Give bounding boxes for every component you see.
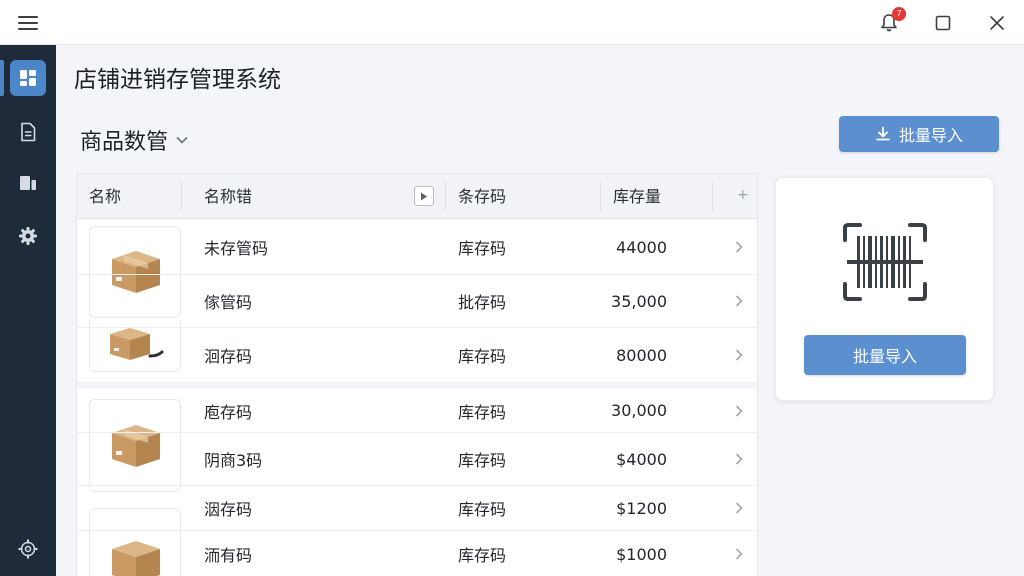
close-button[interactable] bbox=[970, 0, 1024, 45]
hamburger-icon[interactable] bbox=[14, 12, 42, 34]
header-image[interactable]: 名称 bbox=[89, 174, 121, 219]
chevron-right-icon[interactable] bbox=[735, 328, 743, 382]
product-code: 库存码 bbox=[458, 402, 507, 422]
barcode-scan-icon bbox=[843, 223, 927, 301]
sidebar-item-inventory[interactable] bbox=[10, 165, 46, 201]
product-name: 傢管码 bbox=[204, 293, 253, 312]
product-qty: 35,000 bbox=[611, 291, 667, 311]
table-row[interactable]: 洄存码 库存码 80000 bbox=[77, 328, 757, 383]
section-dropdown[interactable]: 商品数管 bbox=[80, 124, 188, 156]
table-row[interactable]: 庖存码 库存码 30,000 bbox=[77, 383, 757, 433]
inventory-icon bbox=[20, 176, 36, 190]
sidebar-bottom-settings[interactable] bbox=[10, 531, 46, 567]
product-code: 库存码 bbox=[458, 451, 507, 470]
batch-import-label: 批量导入 bbox=[898, 126, 963, 145]
sidebar-active-indicator bbox=[0, 60, 4, 96]
settings-icon bbox=[18, 539, 38, 559]
title-bar: 7 bbox=[0, 0, 1024, 45]
chevron-right-icon[interactable] bbox=[735, 275, 743, 327]
maximize-icon bbox=[935, 15, 951, 30]
table-row[interactable]: 傢管码 批存码 35,000 bbox=[77, 275, 757, 328]
scan-import-card: 批量导入 bbox=[775, 177, 994, 401]
notification-button[interactable]: 7 bbox=[862, 0, 916, 45]
product-code: 库存码 bbox=[458, 239, 507, 258]
product-code: 批存码 bbox=[458, 293, 507, 312]
gear-icon bbox=[19, 227, 37, 245]
product-qty: 30,000 bbox=[611, 401, 667, 420]
scan-import-button[interactable]: 批量导入 bbox=[804, 335, 966, 375]
header-code[interactable]: 条存码 bbox=[458, 174, 506, 219]
product-qty: $4000 bbox=[616, 449, 667, 469]
dashboard-icon bbox=[20, 70, 36, 86]
product-qty: 44000 bbox=[616, 237, 667, 257]
download-icon bbox=[876, 126, 890, 141]
product-name: 未存管码 bbox=[204, 239, 269, 258]
product-table: 名称 名称错 条存码 库存量 + 未存管码 库存码 44000 傢管码 批存码 … bbox=[76, 173, 758, 576]
header-divider bbox=[712, 182, 713, 211]
maximize-button[interactable] bbox=[916, 0, 970, 45]
add-column-icon[interactable]: + bbox=[737, 187, 749, 203]
chevron-right-icon[interactable] bbox=[735, 486, 743, 530]
scan-import-label: 批量导入 bbox=[852, 347, 917, 366]
play-icon bbox=[421, 192, 427, 200]
table-row[interactable]: 洇存码 库存码 $1200 bbox=[77, 486, 757, 531]
sidebar-item-dashboard[interactable] bbox=[10, 60, 46, 96]
notification-badge: 7 bbox=[892, 7, 906, 21]
header-divider bbox=[600, 182, 601, 211]
chevron-right-icon[interactable] bbox=[735, 389, 743, 432]
close-icon bbox=[990, 15, 1004, 30]
product-name: 洏有码 bbox=[204, 546, 253, 565]
product-code: 库存码 bbox=[458, 500, 507, 519]
product-code: 库存码 bbox=[458, 546, 507, 565]
section-title: 商品数管 bbox=[80, 130, 169, 155]
sidebar bbox=[0, 45, 56, 576]
chevron-right-icon[interactable] bbox=[735, 531, 743, 576]
product-name: 庖存码 bbox=[204, 402, 253, 422]
header-name[interactable]: 名称错 bbox=[204, 174, 252, 219]
product-name: 洄存码 bbox=[204, 347, 253, 366]
product-qty: $1200 bbox=[616, 498, 667, 518]
batch-import-button[interactable]: 批量导入 bbox=[839, 116, 999, 152]
product-name: 洇存码 bbox=[204, 500, 253, 519]
product-name: 阴商3码 bbox=[204, 451, 263, 470]
table-row[interactable]: 阴商3码 库存码 $4000 bbox=[77, 433, 757, 486]
app-title: 店铺进销存管理系统 bbox=[74, 67, 281, 93]
header-qty[interactable]: 库存量 bbox=[613, 174, 661, 219]
chevron-right-icon[interactable] bbox=[735, 433, 743, 485]
table-row[interactable]: 未存管码 库存码 44000 bbox=[77, 220, 757, 275]
chevron-right-icon[interactable] bbox=[735, 220, 743, 274]
column-expand-button[interactable] bbox=[414, 186, 434, 206]
header-divider bbox=[445, 182, 446, 211]
document-icon bbox=[21, 122, 36, 142]
product-qty: $1000 bbox=[616, 544, 667, 564]
product-code: 库存码 bbox=[458, 347, 507, 366]
table-row[interactable]: 洏有码 库存码 $1000 bbox=[77, 531, 757, 576]
header-divider bbox=[181, 182, 182, 211]
sidebar-item-settings[interactable] bbox=[10, 218, 46, 254]
table-header: 名称 名称错 条存码 库存量 + bbox=[77, 174, 757, 219]
sidebar-item-documents[interactable] bbox=[10, 114, 46, 150]
product-qty: 80000 bbox=[616, 345, 667, 365]
chevron-down-icon bbox=[176, 136, 188, 144]
